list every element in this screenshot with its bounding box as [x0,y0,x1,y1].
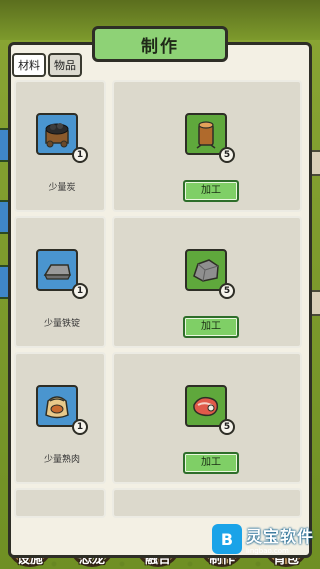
tab-items[interactable]: 物品 [48,53,82,77]
recipe-output-cell: 1 少量熟肉 [14,352,106,484]
recipe-output-cell: 1 少量炭 [14,80,106,212]
panel-title-badge: 制作 [92,26,228,62]
recipe-input-cell [112,488,302,518]
process-button[interactable]: 加工 [183,316,239,338]
process-button[interactable]: 加工 [183,180,239,202]
stone-glyph [193,259,219,282]
recipe-input-cell: 5 加工 [112,216,302,348]
cooked-meat-sack-icon[interactable] [36,385,78,427]
recipe-output-cell [14,488,106,518]
iron-ingot-icon[interactable] [36,249,78,291]
quantity-badge: 1 [72,147,88,163]
recipe-row: 1 少量炭 5 加工 [14,80,306,212]
quantity-badge: 1 [72,283,88,299]
watermark-url: lingbao.com [245,547,289,555]
watermark-name: 灵宝软件 [245,527,314,546]
meat-sack-glyph [45,396,69,419]
iron-ingot-glyph [43,264,71,280]
quantity-badge: 5 [219,283,235,299]
raw-meat-glyph [193,396,219,417]
recipe-output-cell: 1 少量铁锭 [14,216,106,348]
panel-title: 制作 [141,36,179,57]
watermark: B 灵宝软件 lingbao.com [211,523,314,555]
recipe-row: 1 少量铁锭 5 加工 [14,216,306,348]
coal-cart-icon[interactable] [36,113,78,155]
recipe-input-cell: 5 加工 [112,352,302,484]
watermark-logo-icon: B [211,524,242,554]
recipe-row: 1 少量熟肉 5 加工 [14,352,306,484]
item-name: 少量铁锭 [43,319,80,329]
tab-materials[interactable]: 材料 [12,53,46,77]
item-name: 少量熟肉 [43,455,80,465]
quantity-badge: 5 [219,147,235,163]
recipe-row [14,488,306,518]
item-name: 少量炭 [48,183,76,193]
recipe-input-cell: 5 加工 [112,80,302,212]
quantity-badge: 1 [72,419,88,435]
quantity-badge: 5 [219,419,235,435]
process-button[interactable]: 加工 [183,452,239,474]
wood-log-glyph [196,121,216,149]
coal-cart-glyph [45,123,69,148]
